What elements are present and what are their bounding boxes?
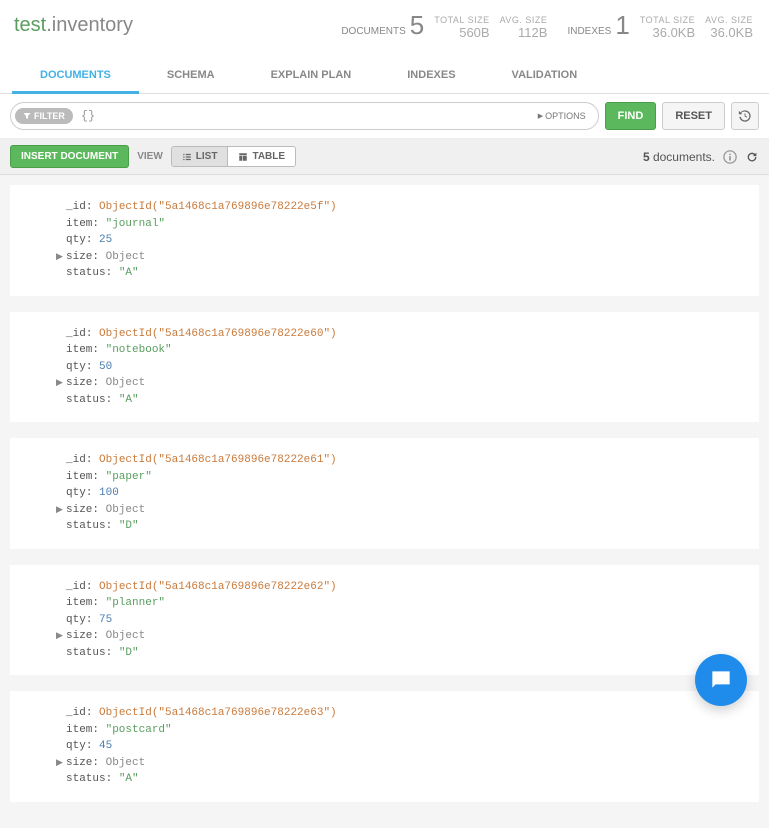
table-icon <box>238 152 248 162</box>
refresh-icon[interactable] <box>745 150 759 164</box>
doc-total-size-label: TOTAL SIZE <box>434 15 489 26</box>
tab-bar: DOCUMENTS SCHEMA EXPLAIN PLAN INDEXES VA… <box>0 59 769 94</box>
indexes-count: 1 <box>615 10 629 41</box>
chat-button[interactable] <box>695 654 747 706</box>
filter-input[interactable]: FILTER {} ▶ OPTIONS <box>10 102 599 130</box>
idx-avg-size-label: AVG. SIZE <box>705 15 753 26</box>
expand-caret-icon[interactable]: ▶ <box>56 757 63 771</box>
info-icon[interactable] <box>723 150 737 164</box>
chat-icon <box>708 667 734 693</box>
document-card[interactable]: _id: ObjectId("5a1468c1a769896e78222e63"… <box>10 691 759 802</box>
view-toggle: LIST TABLE <box>171 146 296 167</box>
filter-chip: FILTER <box>15 108 73 124</box>
insert-document-button[interactable]: INSERT DOCUMENT <box>10 145 129 168</box>
expand-caret-icon[interactable]: ▶ <box>56 377 63 391</box>
tab-documents[interactable]: DOCUMENTS <box>12 59 139 94</box>
document-card[interactable]: _id: ObjectId("5a1468c1a769896e78222e62"… <box>10 565 759 676</box>
document-card[interactable]: _id: ObjectId("5a1468c1a769896e78222e60"… <box>10 312 759 423</box>
indexes-label: INDEXES <box>567 26 611 37</box>
idx-total-size-value: 36.0KB <box>640 25 695 41</box>
document-count: 5 documents. <box>643 150 715 164</box>
tab-schema[interactable]: SCHEMA <box>139 59 243 93</box>
find-button[interactable]: FIND <box>605 102 657 130</box>
view-table-button[interactable]: TABLE <box>227 147 295 166</box>
breadcrumb-coll: .inventory <box>46 14 133 36</box>
filter-icon <box>23 112 31 120</box>
tab-validation[interactable]: VALIDATION <box>484 59 606 93</box>
breadcrumb: test.inventory <box>14 14 133 37</box>
doc-total-size-value: 560B <box>434 25 489 41</box>
documents-label: DOCUMENTS <box>341 26 405 37</box>
history-button[interactable] <box>731 102 759 130</box>
tab-indexes[interactable]: INDEXES <box>379 59 483 93</box>
idx-total-size-label: TOTAL SIZE <box>640 15 695 26</box>
filter-text: {} <box>73 109 530 123</box>
options-button[interactable]: ▶ OPTIONS <box>530 107 594 125</box>
doc-avg-size-value: 112B <box>500 25 548 41</box>
idx-avg-size-value: 36.0KB <box>705 25 753 41</box>
breadcrumb-db: test <box>14 14 46 36</box>
documents-count: 5 <box>410 10 424 41</box>
expand-caret-icon[interactable]: ▶ <box>56 504 63 518</box>
document-card[interactable]: _id: ObjectId("5a1468c1a769896e78222e5f"… <box>10 185 759 296</box>
history-icon <box>738 109 752 123</box>
documents-list: _id: ObjectId("5a1468c1a769896e78222e5f"… <box>0 175 769 828</box>
collection-stats: DOCUMENTS 5 TOTAL SIZE 560B AVG. SIZE 11… <box>341 10 753 41</box>
reset-button[interactable]: RESET <box>662 102 725 130</box>
tab-explain-plan[interactable]: EXPLAIN PLAN <box>243 59 380 93</box>
doc-avg-size-label: AVG. SIZE <box>500 15 548 26</box>
list-icon <box>182 152 192 162</box>
expand-caret-icon[interactable]: ▶ <box>56 630 63 644</box>
expand-caret-icon[interactable]: ▶ <box>56 251 63 265</box>
view-list-button[interactable]: LIST <box>172 147 228 166</box>
document-card[interactable]: _id: ObjectId("5a1468c1a769896e78222e61"… <box>10 438 759 549</box>
view-label: VIEW <box>137 151 163 162</box>
